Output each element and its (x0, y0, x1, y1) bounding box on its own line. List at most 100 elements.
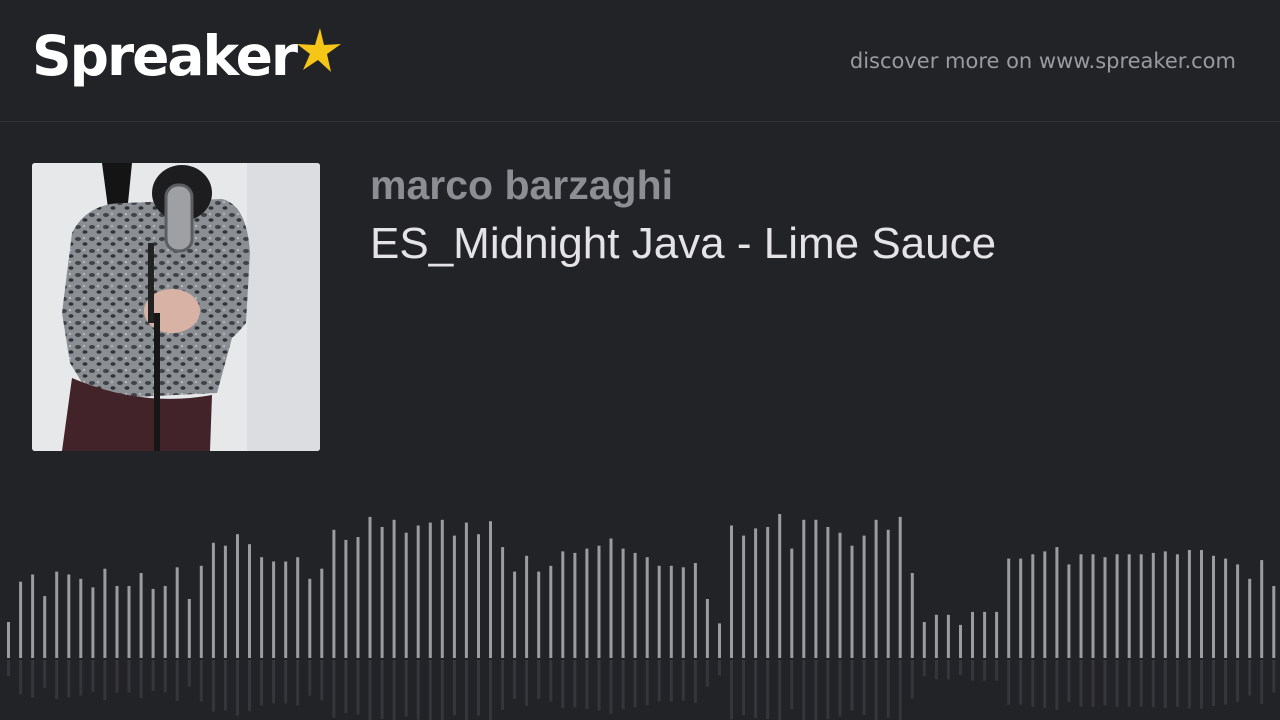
cover-photo (32, 163, 320, 451)
waveform-bar-reflection (187, 660, 191, 687)
waveform-bar-reflection (838, 660, 842, 717)
waveform-bar (344, 539, 348, 658)
audio-waveform[interactable] (0, 500, 1280, 720)
waveform-bar (1151, 552, 1155, 658)
waveform-bar (55, 571, 59, 658)
episode-cover-image (32, 163, 320, 451)
waveform-bar-reflection (645, 660, 649, 706)
waveform-bar (862, 535, 866, 658)
waveform-bar (645, 557, 649, 658)
waveform-bar (995, 611, 999, 658)
waveform-bar (1187, 550, 1191, 658)
waveform-bar (621, 548, 625, 658)
waveform-bar (1031, 554, 1035, 658)
waveform-bar-reflection (308, 660, 312, 696)
waveform-bar-reflection (850, 660, 854, 711)
waveform-bar-reflection (1031, 660, 1035, 707)
waveform-bar-reflection (814, 660, 818, 720)
waveform-bar-reflection (332, 660, 336, 718)
waveform-bar-reflection (934, 660, 938, 680)
waveform-bar-reflection (742, 660, 746, 716)
waveform-bar-reflection (1007, 660, 1011, 705)
waveform-bar (139, 573, 143, 658)
waveform-bar (31, 574, 35, 658)
waveform-bar-reflection (561, 660, 565, 708)
waveform-bar (850, 545, 854, 658)
waveform-bar (1163, 551, 1167, 658)
waveform-bar-reflection (549, 660, 553, 702)
waveform-bar-reflection (1139, 660, 1143, 707)
waveform-bar (260, 557, 264, 658)
waveform-bar-reflection (1151, 660, 1155, 708)
waveform-bar (838, 532, 842, 658)
waveform-bar (1115, 554, 1119, 658)
waveform-bar (368, 516, 372, 658)
waveform-bar-reflection (452, 660, 456, 716)
waveform-bar-reflection (802, 660, 806, 720)
waveform-bar-reflection (681, 660, 685, 701)
waveform-bar-reflection (79, 660, 83, 696)
episode-author[interactable]: marco barzaghi (370, 160, 673, 210)
waveform-bar (103, 568, 107, 658)
waveform-bar (971, 611, 974, 658)
waveform-bar-reflection (766, 660, 770, 719)
waveform-bar-reflection (199, 660, 203, 702)
waveform-bar-reflection (1091, 660, 1095, 707)
waveform-bar-reflection (718, 660, 721, 676)
waveform-bar-reflection (946, 660, 950, 680)
waveform-bar (115, 586, 119, 658)
waveform-bar-reflection (959, 660, 962, 675)
waveform-bar-reflection (525, 660, 529, 706)
logo-text: Spreaker (32, 24, 298, 88)
waveform-bar (187, 599, 191, 658)
waveform-bar (525, 555, 529, 658)
waveform-bar (657, 565, 661, 658)
waveform-bar (7, 622, 10, 658)
waveform-bar (79, 578, 83, 658)
waveform-bar-reflection (368, 660, 372, 720)
waveform-bar (730, 525, 733, 658)
waveform-bar (585, 548, 589, 658)
waveform-bar (1175, 554, 1179, 658)
waveform-bar-reflection (151, 660, 155, 692)
waveform-bar-reflection (284, 660, 288, 704)
waveform-bar (609, 538, 613, 658)
waveform-bar-reflection (669, 660, 673, 702)
spreaker-logo[interactable]: Spreaker (32, 20, 342, 92)
discover-more-link[interactable]: discover more on www.spreaker.com (850, 47, 1236, 75)
waveform-bar (946, 614, 950, 658)
waveform-bar-reflection (754, 660, 758, 719)
waveform-bar (452, 535, 456, 658)
waveform-bar (826, 527, 830, 658)
waveform-bar (211, 542, 215, 658)
waveform-bar-reflection (1224, 660, 1228, 705)
waveform-bar (513, 571, 517, 658)
waveform-bar-reflection (910, 660, 914, 699)
waveform-bar (934, 614, 938, 658)
waveform-bar-reflection (1175, 660, 1179, 707)
waveform-bar-reflection (1019, 660, 1023, 705)
waveform-bar-reflection (513, 660, 517, 699)
waveform-bar-reflection (272, 660, 276, 704)
waveform-bar-reflection (922, 660, 926, 677)
waveform-bar (392, 519, 396, 658)
waveform-bar-reflection (223, 660, 227, 711)
waveform-bar-reflection (344, 660, 348, 714)
waveform-bar-reflection (501, 660, 505, 710)
waveform-bar (1019, 558, 1023, 658)
waveform-bar-reflection (380, 660, 384, 719)
waveform-bar-reflection (633, 660, 637, 708)
waveform-bar (223, 545, 227, 658)
waveform-bar (1260, 560, 1264, 658)
waveform-bar (1091, 554, 1095, 658)
waveform-bar-reflection (573, 660, 577, 708)
waveform-bar (1007, 558, 1011, 658)
waveform-bar (1055, 547, 1059, 658)
waveform-bar-reflection (440, 660, 444, 720)
waveform-bar (633, 552, 637, 658)
waveform-bar (549, 565, 553, 658)
waveform-bar-reflection (1079, 660, 1083, 707)
waveform-bar-reflection (260, 660, 264, 706)
waveform-bar (922, 622, 926, 658)
waveform-bar (284, 561, 288, 658)
